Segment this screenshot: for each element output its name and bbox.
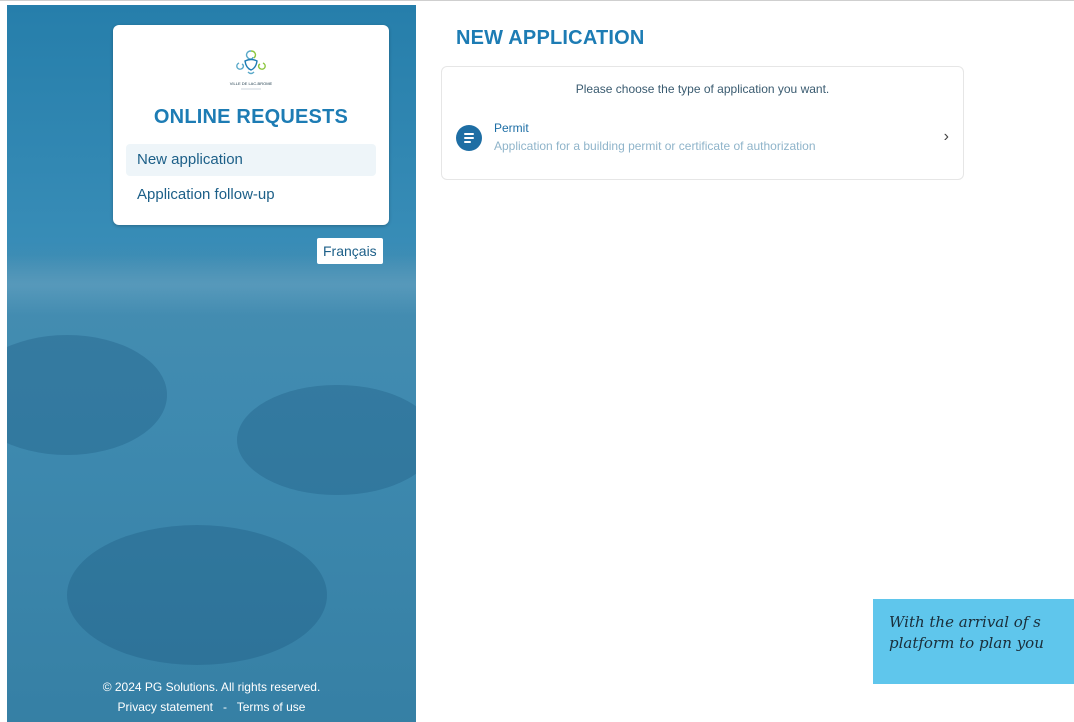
option-title: Permit: [494, 121, 529, 135]
application-option-permit[interactable]: Permit Application for a building permit…: [442, 117, 963, 159]
promo-line-1: With the arrival of s: [889, 613, 1041, 631]
footer-separator: -: [222, 700, 227, 714]
background-shape: [237, 385, 416, 495]
chevron-right-icon: ›: [943, 128, 949, 145]
background-haze: [7, 255, 416, 315]
terms-of-use-link[interactable]: Terms of use: [237, 700, 306, 714]
background-shape: [67, 525, 327, 665]
sidebar-title: ONLINE REQUESTS: [153, 106, 349, 128]
copyright-text: © 2024 PG Solutions. All rights reserved…: [102, 680, 321, 694]
city-logo-icon: VILLE DE LAC-BROME: [230, 50, 273, 90]
sidebar: VILLE DE LAC-BROME ONLINE REQUESTS New a…: [7, 5, 416, 722]
application-type-panel: Please choose the type of application yo…: [441, 66, 964, 180]
sidebar-card: VILLE DE LAC-BROME ONLINE REQUESTS New a…: [113, 25, 389, 225]
background-shape: [7, 335, 167, 455]
list-icon: [456, 125, 482, 151]
app-window: VILLE DE LAC-BROME ONLINE REQUESTS New a…: [0, 0, 1074, 722]
logo-text: VILLE DE LAC-BROME: [230, 81, 273, 86]
page-title: NEW APPLICATION: [456, 27, 645, 49]
privacy-statement-link[interactable]: Privacy statement: [118, 700, 213, 714]
top-divider: [0, 0, 1074, 1]
promo-line-2: platform to plan you: [889, 634, 1044, 652]
promo-text: With the arrival of s platform to plan y…: [889, 612, 1074, 654]
promo-banner[interactable]: With the arrival of s platform to plan y…: [873, 599, 1074, 684]
language-toggle-button[interactable]: Français: [317, 238, 383, 264]
footer-links: Privacy statement - Terms of use: [7, 697, 416, 717]
option-description: Application for a building permit or cer…: [494, 139, 816, 153]
application-type-prompt: Please choose the type of application yo…: [575, 82, 830, 96]
nav-item-new-application[interactable]: New application: [126, 144, 376, 176]
nav-item-application-follow-up[interactable]: Application follow-up: [126, 179, 376, 211]
sidebar-footer: © 2024 PG Solutions. All rights reserved…: [7, 677, 416, 717]
